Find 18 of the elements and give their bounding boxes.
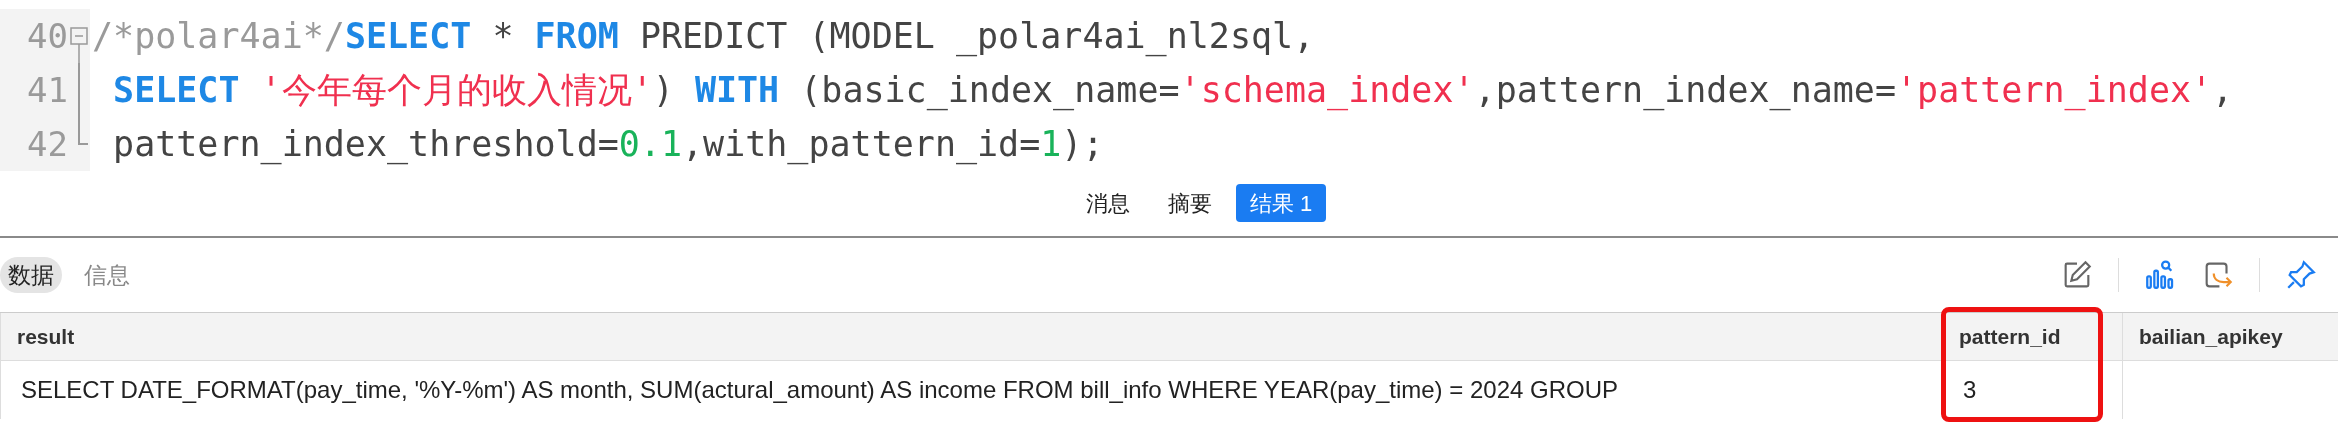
code-line: /*polar4ai*/SELECT * FROM PREDICT (MODEL _polar4ai_nl2sql, (91, 15, 1315, 59)
fold-line-icon (78, 63, 80, 117)
result-tab[interactable]: 消息 (1071, 184, 1144, 222)
column-header[interactable]: result (1, 313, 1942, 361)
column-header[interactable]: bailian_apikey (2123, 313, 2338, 361)
line-number: 41 (26, 68, 69, 112)
result-tab[interactable]: 结果 1 (1235, 184, 1327, 222)
view-tab[interactable]: 信息 (76, 257, 138, 293)
line-number: 40 (26, 14, 69, 58)
result-tab[interactable]: 摘要 (1153, 184, 1226, 222)
column-header[interactable]: pattern_id (1943, 313, 2122, 361)
line-number: 42 (26, 122, 69, 166)
code-line: pattern_index_threshold=0.1,with_pattern_id=1); (112, 123, 1104, 167)
view-tab[interactable]: 数据 (0, 257, 62, 293)
table-cell-text: 3 (1962, 375, 1978, 405)
code-line: SELECT '今年每个月的收入情况') WITH (basic_index_name='schema_index',pattern_index_name='pattern_index', (112, 69, 2234, 113)
fold-end-icon (78, 117, 88, 145)
table-cell-text: SELECT DATE_FORMAT(pay_time, '%Y-%m') AS month, SUM(actural_amount) AS income FROM bill_info WHERE YEAR(pay_time) = 2024 GROUP (20, 375, 1619, 405)
